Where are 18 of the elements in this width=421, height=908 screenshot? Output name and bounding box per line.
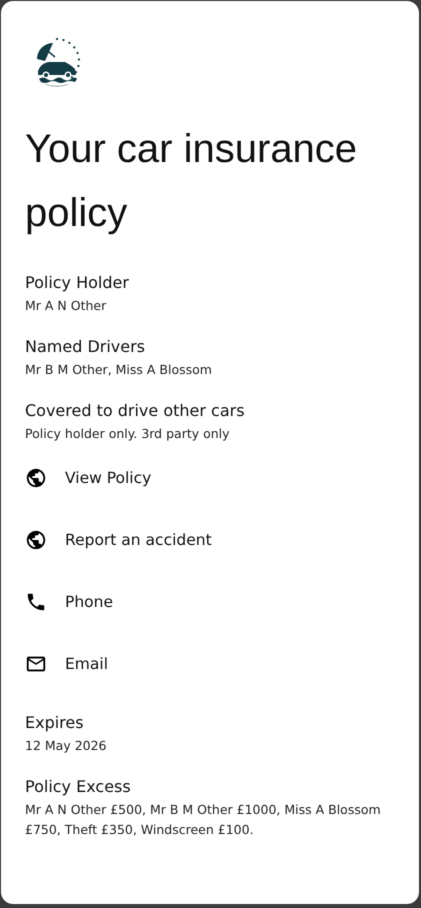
globe-icon — [25, 467, 47, 489]
action-link[interactable]: Phone — [25, 571, 397, 633]
phone-icon — [25, 591, 47, 613]
field-value: Mr A N Other £500, Mr B M Other £1000, Miss A Blossom £750, Theft £350, Windscreen £100. — [25, 801, 382, 839]
field-value: Policy holder only. 3rd party only — [25, 425, 231, 443]
action-link[interactable]: Email — [25, 633, 397, 695]
field-label: Policy Excess — [25, 776, 132, 798]
field-value: Mr A N Other — [25, 297, 108, 315]
field-label: Named Drivers — [25, 336, 146, 358]
field-label: Covered to drive other cars — [25, 400, 246, 422]
globe-icon — [25, 529, 47, 551]
field-label: Expires — [25, 712, 85, 734]
action-link[interactable]: View Policy — [25, 447, 397, 509]
field-value: Mr B M Other, Miss A Blossom — [25, 361, 213, 379]
field-label: Policy Holder — [25, 272, 130, 294]
action-link[interactable]: Report an accident — [25, 509, 397, 571]
page-title: Your car insurance policy — [25, 126, 358, 237]
field-value: 12 May 2026 — [25, 737, 108, 755]
